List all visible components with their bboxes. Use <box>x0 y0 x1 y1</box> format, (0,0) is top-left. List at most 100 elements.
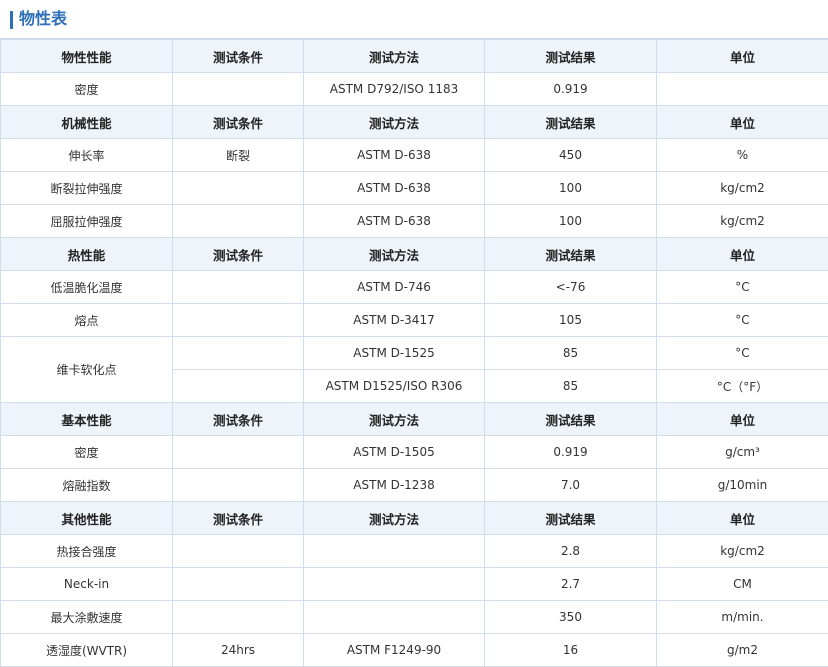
method-cell: ASTM D-638 <box>303 204 485 238</box>
property-cell: Neck-in <box>0 567 173 601</box>
table-row: 密度 ASTM D792/ISO 1183 0.919 <box>0 72 828 106</box>
section-header-cell: 机械性能 <box>0 105 173 139</box>
title-accent-bar <box>10 11 13 29</box>
property-cell: 最大涂敷速度 <box>0 600 173 634</box>
result-header-cell: 测试结果 <box>484 105 657 139</box>
condition-header-cell: 测试条件 <box>172 501 304 535</box>
method-cell: ASTM D-1525 <box>303 336 485 370</box>
condition-cell <box>172 435 304 469</box>
section-header-row: 物性性能 测试条件 测试方法 测试结果 单位 <box>0 39 828 73</box>
unit-cell: g/cm³ <box>656 435 828 469</box>
result-cell: 2.7 <box>484 567 657 601</box>
condition-header-cell: 测试条件 <box>172 237 304 271</box>
table-row: 热接合强度 2.8 kg/cm2 <box>0 534 828 568</box>
method-cell: ASTM D-638 <box>303 171 485 205</box>
condition-cell <box>172 468 304 502</box>
unit-cell: CM <box>656 567 828 601</box>
result-header-cell: 测试结果 <box>484 402 657 436</box>
result-cell: 100 <box>484 204 657 238</box>
result-header-cell: 测试结果 <box>484 501 657 535</box>
property-cell: 熔点 <box>0 303 173 337</box>
table-row: 维卡软化点 ASTM D-1525 85 °C <box>0 336 828 403</box>
property-cell: 屈服拉伸强度 <box>0 204 173 238</box>
unit-cell: % <box>656 138 828 172</box>
table-row: 伸长率 断裂 ASTM D-638 450% <box>0 138 828 172</box>
section-header-row: 其他性能 测试条件 测试方法 测试结果 单位 <box>0 501 828 535</box>
page: 物性表 物性性能 测试条件 测试方法 测试结果 单位 密度 ASTM D792/ISO 11… <box>0 0 828 667</box>
property-cell: 伸长率 <box>0 138 173 172</box>
method-header-cell: 测试方法 <box>303 237 485 271</box>
method-cell <box>303 600 485 634</box>
condition-cell: 24hrs <box>172 633 304 667</box>
property-cell: 热接合强度 <box>0 534 173 568</box>
unit-cell: kg/cm2 <box>656 534 828 568</box>
condition-cell <box>172 204 304 238</box>
section-header-cell: 其他性能 <box>0 501 173 535</box>
result-cell: 85 <box>484 369 657 403</box>
result-cell: 350 <box>484 600 657 634</box>
condition-cell <box>172 72 304 106</box>
property-cell: 断裂拉伸强度 <box>0 171 173 205</box>
condition-cell <box>172 336 304 370</box>
unit-cell: m/min. <box>656 600 828 634</box>
unit-header-cell: 单位 <box>656 501 828 535</box>
result-cell: 450 <box>484 138 657 172</box>
condition-cell <box>172 534 304 568</box>
section-header-cell: 物性性能 <box>0 39 173 73</box>
result-header-cell: 测试结果 <box>484 237 657 271</box>
condition-cell <box>172 171 304 205</box>
condition-header-cell: 测试条件 <box>172 105 304 139</box>
result-cell: 85 <box>484 336 657 370</box>
condition-cell <box>172 303 304 337</box>
section-header-row: 机械性能 测试条件 测试方法 测试结果 单位 <box>0 105 828 139</box>
title-bar: 物性表 <box>0 0 828 39</box>
section-header-row: 基本性能 测试条件 测试方法 测试结果 单位 <box>0 402 828 436</box>
unit-header-cell: 单位 <box>656 105 828 139</box>
property-cell: 密度 <box>0 72 173 106</box>
method-cell: ASTM F1249-90 <box>303 633 485 667</box>
unit-header-cell: 单位 <box>656 402 828 436</box>
method-header-cell: 测试方法 <box>303 39 485 73</box>
table-row: 密度 ASTM D-1505 0.919 g/cm³ <box>0 435 828 469</box>
condition-cell <box>172 270 304 304</box>
table-row: 熔点 ASTM D-3417 105 °C <box>0 303 828 337</box>
method-cell: ASTM D-746 <box>303 270 485 304</box>
method-cell: ASTM D-638 <box>303 138 485 172</box>
result-cell: 0.919 <box>484 72 657 106</box>
unit-header-cell: 单位 <box>656 237 828 271</box>
unit-cell: kg/cm2 <box>656 204 828 238</box>
method-cell <box>303 534 485 568</box>
table-row: 低温脆化温度 ASTM D-746 <-76 °C <box>0 270 828 304</box>
table-row: 透湿度(WVTR) 24hrs ASTM F1249-90 16 g/m2 <box>0 633 828 667</box>
property-cell: 密度 <box>0 435 173 469</box>
unit-cell: °C <box>656 303 828 337</box>
section-header-cell: 基本性能 <box>0 402 173 436</box>
result-cell: 2.8 <box>484 534 657 568</box>
property-cell: 维卡软化点 <box>0 336 173 403</box>
result-cell: 100 <box>484 171 657 205</box>
result-header-cell: 测试结果 <box>484 39 657 73</box>
condition-header-cell: 测试条件 <box>172 402 304 436</box>
unit-cell <box>656 72 828 106</box>
method-header-cell: 测试方法 <box>303 105 485 139</box>
unit-cell: °C <box>656 270 828 304</box>
table-row: 屈服拉伸强度 ASTM D-638 100 kg/cm2 <box>0 204 828 238</box>
condition-header-cell: 测试条件 <box>172 39 304 73</box>
table-row: 断裂拉伸强度 ASTM D-638 100 kg/cm2 <box>0 171 828 205</box>
property-table-body: 物性性能 测试条件 测试方法 测试结果 单位 密度 ASTM D792/ISO 1183 0.… <box>0 39 828 667</box>
table-row: 熔融指数 ASTM D-1238 7.0 g/10min <box>0 468 828 502</box>
method-cell: ASTM D-1238 <box>303 468 485 502</box>
result-cell: 105 <box>484 303 657 337</box>
table-row: Neck-in 2.7 CM <box>0 567 828 601</box>
section-header-row: 热性能 测试条件 测试方法 测试结果 单位 <box>0 237 828 271</box>
result-cell: 0.919 <box>484 435 657 469</box>
result-cell: 16 <box>484 633 657 667</box>
unit-cell: g/10min <box>656 468 828 502</box>
condition-cell <box>172 369 304 403</box>
method-header-cell: 测试方法 <box>303 402 485 436</box>
unit-header-cell: 单位 <box>656 39 828 73</box>
method-cell: ASTM D792/ISO 1183 <box>303 72 485 106</box>
condition-cell <box>172 567 304 601</box>
property-cell: 低温脆化温度 <box>0 270 173 304</box>
method-cell <box>303 567 485 601</box>
